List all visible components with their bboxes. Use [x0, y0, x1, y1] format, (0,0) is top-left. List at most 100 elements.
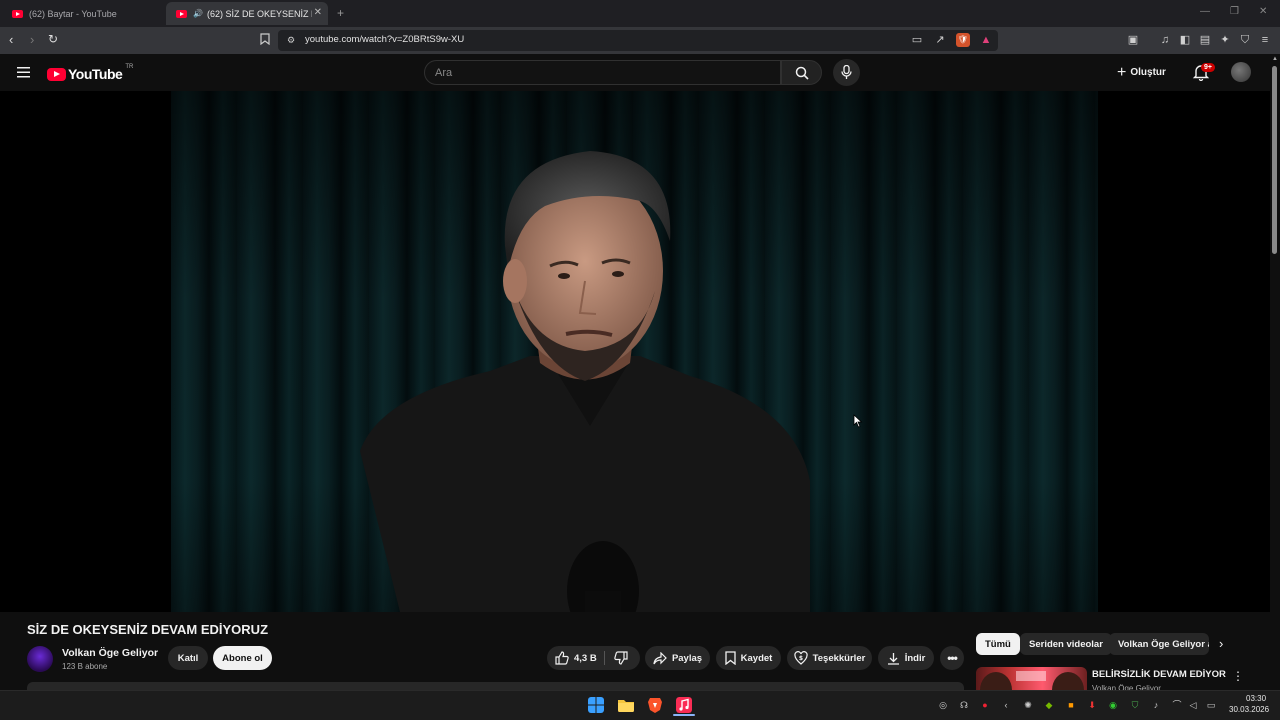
share-button[interactable]: Paylaş	[645, 646, 710, 670]
tray-orange-app-icon[interactable]: ■	[1066, 700, 1076, 710]
url-text[interactable]: youtube.com/watch?v=Z0BRtS9w-XU	[305, 34, 464, 45]
leo-ai-icon[interactable]: ✦	[1218, 33, 1232, 47]
active-app-indicator	[673, 714, 695, 716]
super-thanks-icon: $	[794, 651, 808, 665]
site-settings-icon[interactable]: ⚙	[284, 33, 298, 47]
subscriber-count: 123 B abone	[62, 662, 108, 671]
brave-rewards-icon[interactable]: ▲	[979, 33, 993, 47]
recommended-video-thumbnail[interactable]	[976, 667, 1087, 690]
browser-tab-active[interactable]: 🔊 (62) SİZ DE OKEYSENİZ DEVAM ✕	[166, 2, 328, 25]
maximize-icon[interactable]: ❐	[1230, 6, 1239, 17]
country-code: TR	[125, 64, 134, 70]
volume-icon[interactable]: ◁	[1188, 700, 1198, 710]
tray-green-app-icon[interactable]: ◉	[1108, 700, 1118, 710]
screenshot-icon[interactable]: ▣	[1126, 33, 1140, 47]
download-icon	[887, 652, 899, 665]
tab-title: (62) SİZ DE OKEYSENİZ DEVAM	[206, 8, 312, 19]
save-button[interactable]: Kaydet	[716, 646, 781, 670]
search-input[interactable]	[425, 61, 780, 84]
chip-series-videos[interactable]: Seriden videolar	[1020, 633, 1112, 655]
battery-icon[interactable]: ▭	[1206, 700, 1216, 710]
thumbnail-image	[980, 671, 1084, 690]
microphone-tray-icon[interactable]: ♪	[1151, 700, 1161, 710]
share-icon	[653, 651, 667, 664]
more-vertical-icon[interactable]: ⋮	[1232, 669, 1244, 683]
menu-icon[interactable]: ≡	[1258, 33, 1272, 47]
save-bookmark-icon	[725, 651, 736, 665]
brave-shield-icon[interactable]: 🛡	[956, 33, 970, 47]
tray-shield-icon[interactable]: ⛉	[1130, 700, 1140, 710]
search-button[interactable]	[781, 60, 822, 85]
video-subject-image	[360, 151, 810, 612]
close-tab-icon[interactable]: ✕	[314, 7, 322, 18]
taskbar-clock-date[interactable]: 30.03.2026	[1229, 705, 1269, 714]
tray-recorder-icon[interactable]: ●	[980, 700, 990, 710]
headset-icon[interactable]: ☊	[959, 700, 969, 710]
nvidia-icon[interactable]: ◆	[1044, 700, 1054, 710]
scrollbar-thumb[interactable]	[1272, 66, 1277, 254]
create-button[interactable]: + Oluştur	[1117, 62, 1166, 83]
notification-badge: 9+	[1201, 63, 1215, 72]
plus-icon: +	[1117, 63, 1127, 81]
back-icon[interactable]: ‹	[9, 32, 13, 47]
thumbs-down-icon[interactable]	[614, 651, 628, 665]
forward-icon[interactable]: ›	[30, 32, 34, 47]
more-actions-button[interactable]: •••	[940, 646, 964, 670]
tray-chevron-icon[interactable]: ‹	[1001, 700, 1011, 710]
cast-icon[interactable]: ▭	[910, 33, 924, 47]
sidebar-icon[interactable]: ◧	[1178, 33, 1192, 47]
share-page-icon[interactable]: ↗	[933, 33, 947, 47]
chip-all[interactable]: Tümü	[976, 633, 1020, 655]
new-tab-button[interactable]: +	[337, 6, 344, 20]
youtube-favicon-icon	[12, 9, 23, 18]
wifi-icon[interactable]: ⌒	[1172, 700, 1182, 710]
thanks-button[interactable]: $ Teşekkürler	[787, 646, 872, 670]
tray-network-app-icon[interactable]: ✺	[1023, 700, 1033, 710]
taskbar-clock-time[interactable]: 03:30	[1246, 694, 1266, 703]
download-label: İndir	[904, 652, 926, 664]
speaker-icon: 🔊	[193, 9, 203, 18]
channel-name[interactable]: Volkan Öge Geliyor	[62, 647, 158, 659]
channel-avatar[interactable]	[27, 646, 53, 672]
music-app-icon[interactable]	[676, 697, 692, 713]
music-icon[interactable]: ♫	[1158, 33, 1172, 47]
search-box	[424, 60, 781, 85]
windows-start-icon[interactable]	[588, 697, 604, 713]
youtube-logo[interactable]: YouTube TR	[47, 64, 134, 82]
hamburger-menu-icon[interactable]	[17, 66, 31, 78]
account-avatar[interactable]	[1231, 62, 1251, 82]
wallet-icon[interactable]: ▤	[1198, 33, 1212, 47]
browser-tab-strip: (62) Baytar - YouTube 🔊 (62) SİZ DE OKEY…	[0, 0, 1280, 27]
browser-toolbar: ‹ › ↻	[0, 27, 1280, 54]
minimize-icon[interactable]: —	[1200, 6, 1210, 17]
svg-text:$: $	[799, 655, 803, 662]
description-box[interactable]	[27, 682, 964, 690]
chip-channel-videos[interactable]: Volkan Öge Geliyor adlı	[1109, 633, 1209, 655]
subscribe-button[interactable]: Abone ol	[213, 646, 272, 670]
scroll-up-icon[interactable]: ▲	[1272, 56, 1278, 62]
video-player[interactable]	[0, 91, 1270, 612]
share-label: Paylaş	[671, 652, 703, 664]
video-title: SİZ DE OKEYSENİZ DEVAM EDİYORUZ	[27, 622, 269, 637]
youtube-favicon-icon	[176, 9, 187, 18]
mouse-cursor-icon	[853, 414, 863, 428]
youtube-play-icon	[47, 67, 66, 81]
brave-browser-icon[interactable]	[647, 697, 663, 713]
file-explorer-icon[interactable]	[618, 697, 634, 713]
like-count: 4,3 B	[574, 652, 597, 664]
voice-search-button[interactable]	[833, 59, 860, 86]
download-button[interactable]: İndir	[878, 646, 934, 670]
vpn-icon[interactable]: ⛉	[1238, 33, 1252, 47]
chevron-right-icon[interactable]: ›	[1219, 636, 1223, 651]
join-button[interactable]: Katıl	[168, 646, 208, 670]
close-window-icon[interactable]: ✕	[1259, 6, 1267, 17]
browser-tab-baytar[interactable]: (62) Baytar - YouTube	[2, 2, 162, 25]
tab-title: (62) Baytar - YouTube	[29, 8, 117, 19]
bookmark-icon[interactable]	[258, 33, 272, 47]
tray-app-icon[interactable]: ◎	[938, 700, 948, 710]
thumbs-up-icon	[555, 651, 569, 665]
reload-icon[interactable]: ↻	[48, 32, 58, 46]
recommended-video-title[interactable]: BELİRSİZLİK DEVAM EDİYOR	[1092, 669, 1226, 680]
tray-download-icon[interactable]: ⬇	[1087, 700, 1097, 710]
microphone-icon	[841, 65, 852, 79]
